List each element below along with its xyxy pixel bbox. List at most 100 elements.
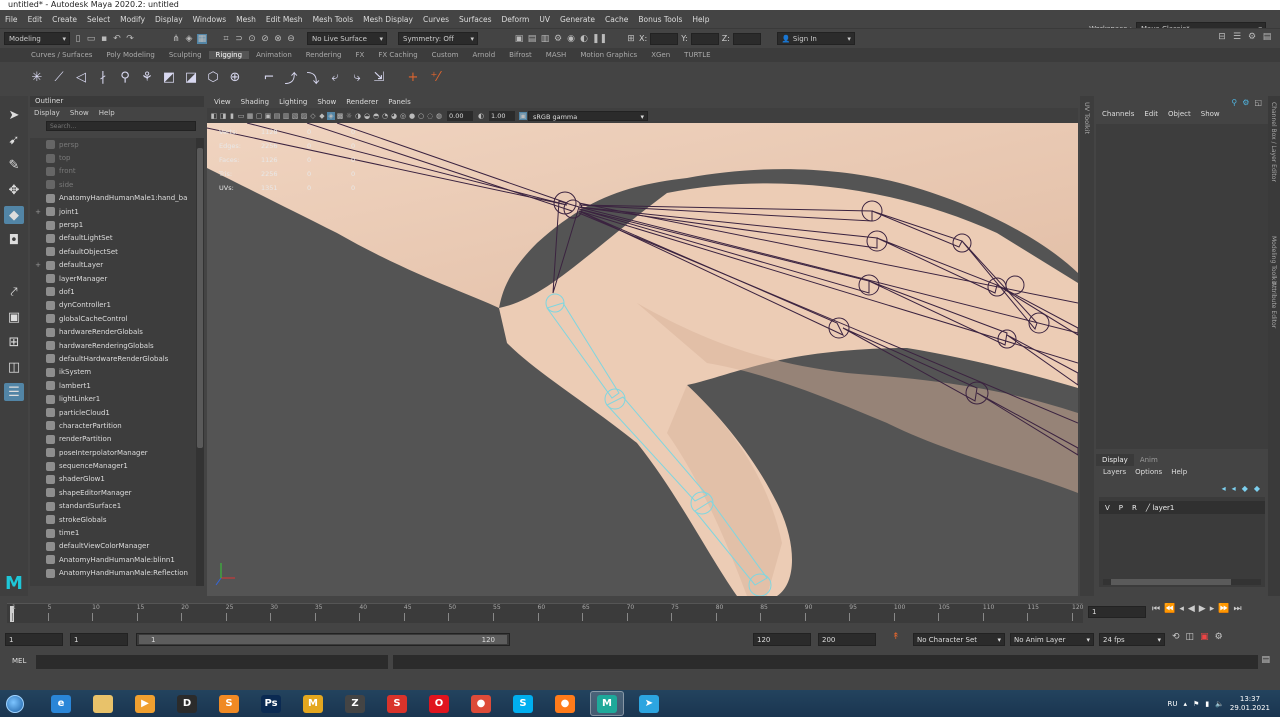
isolate-icon[interactable]: ◕ xyxy=(390,112,398,120)
ik-spline-icon[interactable]: ◁ xyxy=(72,68,90,86)
outliner-item[interactable]: ikSystem xyxy=(30,366,196,379)
go-to-start-icon[interactable]: ⏮ xyxy=(1152,604,1160,614)
command-input[interactable] xyxy=(36,655,388,669)
snap-point-icon[interactable]: ⊙ xyxy=(247,34,257,44)
open-scene-icon[interactable]: ▭ xyxy=(86,34,96,44)
shelf-tab-arnold[interactable]: Arnold xyxy=(466,51,503,59)
point-constraint-icon[interactable]: ⌐ xyxy=(260,68,278,86)
sound-icon[interactable]: ◫ xyxy=(1186,632,1195,642)
outliner-item[interactable]: layerManager xyxy=(30,272,196,285)
layer-menu-options[interactable]: Options xyxy=(1135,468,1162,476)
animation-prefs-icon[interactable]: ⚙ xyxy=(1215,632,1223,642)
outliner-item[interactable]: dynController1 xyxy=(30,299,196,312)
two-view-icon[interactable]: ◫ xyxy=(4,358,24,376)
start-button[interactable] xyxy=(0,690,30,717)
outliner-item[interactable]: defaultHardwareRenderGlobals xyxy=(30,352,196,365)
bookmark-icon[interactable]: ▮ xyxy=(228,112,236,120)
script-editor-icon[interactable]: ▤ xyxy=(1261,655,1270,665)
outliner-menu-display[interactable]: Display xyxy=(34,107,60,119)
save-scene-icon[interactable]: ▪ xyxy=(99,34,109,44)
gamma-field[interactable]: 1.00 xyxy=(489,110,515,121)
taskbar-app-ie[interactable]: e xyxy=(44,691,78,716)
menu-uv[interactable]: UV xyxy=(534,15,555,24)
outliner-expand-toggle[interactable]: + xyxy=(30,208,46,216)
select-hierarchy-icon[interactable]: ⋔ xyxy=(171,34,181,44)
shadows-icon[interactable]: ◑ xyxy=(354,112,362,120)
outliner-item[interactable]: sequenceManager1 xyxy=(30,459,196,472)
outliner-item[interactable]: standardSurface1 xyxy=(30,500,196,513)
taskbar-app-opera[interactable]: O xyxy=(422,691,456,716)
channel-box-icon[interactable]: ▤ xyxy=(1262,32,1272,42)
select-object-icon[interactable]: ◈ xyxy=(184,34,194,44)
outliner-menu-show[interactable]: Show xyxy=(70,107,89,119)
layer-menu-layers[interactable]: Layers xyxy=(1103,468,1126,476)
playback-end-field[interactable]: 120 xyxy=(753,632,811,646)
menu-display[interactable]: Display xyxy=(150,15,188,24)
outliner-item[interactable]: lightLinker1 xyxy=(30,392,196,405)
viewport-menu-lighting[interactable]: Lighting xyxy=(279,96,307,108)
live-surface-dropdown[interactable]: No Live Surface xyxy=(307,32,387,45)
outliner-scrollbar[interactable] xyxy=(196,138,204,586)
menu-cache[interactable]: Cache xyxy=(600,15,633,24)
taskbar-app-media-player[interactable]: ▶ xyxy=(128,691,162,716)
shelf-tab-sculpting[interactable]: Sculpting xyxy=(162,51,209,59)
side-tab-modeling-toolkit[interactable]: Modeling Toolkit xyxy=(1270,236,1277,284)
viewport-menu-show[interactable]: Show xyxy=(317,96,336,108)
channel-float-icon[interactable]: ◱ xyxy=(1254,98,1262,107)
layer-menu-help[interactable]: Help xyxy=(1171,468,1187,476)
channel-settings-icon[interactable]: ⚙ xyxy=(1242,98,1249,107)
hypershade-icon[interactable]: ◉ xyxy=(566,34,576,44)
z-field[interactable] xyxy=(732,32,761,45)
shelf-tab-fx[interactable]: FX xyxy=(349,51,372,59)
playback-start-field[interactable]: 1 xyxy=(70,632,128,646)
smooth-shade-icon[interactable]: ◆ xyxy=(318,112,326,120)
outliner-item[interactable]: time1 xyxy=(30,526,196,539)
step-forward-key-icon[interactable]: ⏩ xyxy=(1218,604,1229,614)
scale-constraint-icon[interactable]: ⤶ xyxy=(326,68,344,86)
taskbar-app-telegram[interactable]: ➤ xyxy=(632,691,666,716)
channel-menu-show[interactable]: Show xyxy=(1201,110,1220,118)
play-backward-icon[interactable]: ◀ xyxy=(1188,604,1195,614)
script-language-label[interactable]: MEL xyxy=(12,657,26,665)
select-component-icon[interactable]: ▦ xyxy=(197,33,207,44)
outliner-menu-help[interactable]: Help xyxy=(99,107,115,119)
exposure-icon[interactable]: ◍ xyxy=(435,112,443,120)
layer-tab-display[interactable]: Display xyxy=(1096,454,1134,466)
taskbar-app-firefox[interactable]: ● xyxy=(548,691,582,716)
playback-settings-icon[interactable]: ▣ xyxy=(1200,632,1209,642)
shelf-tab-poly-modeling[interactable]: Poly Modeling xyxy=(99,51,161,59)
outliner-item[interactable]: shapeEditorManager xyxy=(30,486,196,499)
outliner-item[interactable]: defaultObjectSet xyxy=(30,245,196,258)
cluster-icon[interactable]: ⊕ xyxy=(226,68,244,86)
range-bar[interactable]: 1 120 xyxy=(136,632,510,646)
x-field[interactable] xyxy=(650,32,679,45)
taskbar-app-photoshop[interactable]: Ps xyxy=(254,691,288,716)
range-handle[interactable] xyxy=(139,634,507,644)
outliner-item[interactable]: side xyxy=(30,178,196,191)
four-view-icon[interactable]: ⊞ xyxy=(4,333,24,351)
gamma-icon[interactable]: ◐ xyxy=(477,112,485,120)
create-joints-icon[interactable]: ✳ xyxy=(28,68,46,86)
start-time-field[interactable]: 1 xyxy=(5,632,63,646)
lattice-icon[interactable]: ⬡ xyxy=(204,68,222,86)
outliner-item[interactable]: persp1 xyxy=(30,218,196,231)
taskbar-app-app-d[interactable]: D xyxy=(170,691,204,716)
outliner-item[interactable]: particleCloud1 xyxy=(30,406,196,419)
channel-menu-edit[interactable]: Edit xyxy=(1144,110,1158,118)
modeling-toolkit-icon[interactable]: ⊟ xyxy=(1217,32,1227,42)
color-management-icon[interactable]: ▣ xyxy=(519,111,527,120)
outliner-item[interactable]: AnatomyHandHumanMale:Reflection xyxy=(30,567,196,580)
current-frame-field[interactable]: 1 xyxy=(1088,606,1146,618)
outliner-item[interactable]: top xyxy=(30,151,196,164)
outliner-item[interactable]: globalCacheControl xyxy=(30,312,196,325)
menu-mesh-tools[interactable]: Mesh Tools xyxy=(308,15,359,24)
outliner-expand-toggle[interactable]: + xyxy=(30,261,46,269)
viewport-menu-shading[interactable]: Shading xyxy=(241,96,269,108)
film-gate-icon[interactable]: ▢ xyxy=(255,112,263,120)
menu-file[interactable]: File xyxy=(0,15,23,24)
move-tool-icon[interactable]: ✥ xyxy=(4,181,24,199)
humanik-icon[interactable]: ⚘ xyxy=(138,68,156,86)
wireframe-icon[interactable]: ◇ xyxy=(309,112,317,120)
anim-layer-dropdown[interactable]: No Anim Layer xyxy=(1010,632,1094,646)
layer-scrollbar[interactable] xyxy=(1103,579,1261,585)
